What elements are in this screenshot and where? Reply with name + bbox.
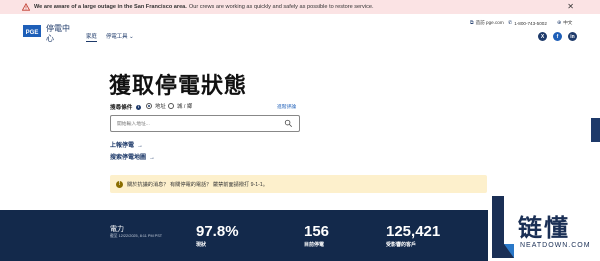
safety-notice-text: 關於抗議的消息？ 有關停電的電話？ 嚴禁前面請撥打 9-1-1。 [127, 181, 268, 188]
power-stats-panel: 電力 截至 12/22/2025, 8:11 PM PST 97.8% 現狀 1… [0, 210, 488, 261]
alert-circle-icon: ! [116, 180, 123, 188]
stat-current-outages: 156 目前停電 [304, 223, 330, 249]
advanced-link[interactable]: 進階評論 [277, 103, 296, 110]
outage-map-label: 搜索停電地圖 [110, 155, 147, 161]
watermark-cn-text: 链懂 [518, 215, 570, 242]
search-criteria-text: 搜尋條件 [110, 105, 133, 111]
radio-address-label: 地址 [155, 104, 166, 110]
visit-site-link[interactable]: ⧉ 造訪 pge.com [470, 20, 504, 26]
arrow-right-icon: → [137, 143, 144, 149]
close-icon[interactable]: ✕ [567, 2, 574, 11]
radio-city[interactable]: 城 / 鄉 [168, 102, 192, 110]
watermark-en-text: NEATDOWN.COM [520, 242, 591, 249]
arrow-right-icon: → [149, 155, 156, 161]
brand-line-1: 停電中 [46, 24, 70, 33]
stat-affected-customers-caption: 受影響的客戶 [386, 242, 417, 248]
radio-city-dot[interactable] [168, 103, 174, 109]
linkedin-icon[interactable]: in [568, 32, 577, 41]
outage-map-link[interactable]: 搜索停電地圖 → [110, 152, 155, 161]
stat-affected-customers-value: 125,421 [386, 223, 441, 240]
page: We are aware of a large outage in the Sa… [0, 0, 600, 261]
alert-text: Our crews are working as quickly and saf… [188, 4, 374, 10]
language-selector[interactable]: ⊕ 中文 [557, 20, 572, 26]
stat-affected-customers: 125,421 受影響的客戶 [386, 223, 441, 249]
search-icon[interactable] [284, 119, 293, 128]
stat-status-value: 97.8% [196, 223, 239, 240]
brand-line-2: 心 [46, 34, 54, 43]
info-icon[interactable]: i [135, 105, 141, 111]
svg-text:PGE: PGE [26, 30, 39, 36]
visit-site-label: 造訪 pge.com [475, 20, 504, 25]
phone-icon: ✆ [508, 20, 513, 26]
stat-status-caption: 現狀 [196, 242, 207, 248]
radio-address[interactable]: 地址 [146, 102, 166, 110]
safety-notice: ! 關於抗議的消息？ 有關停電的電話？ 嚴禁前面請撥打 9-1-1。 [110, 175, 487, 193]
outage-alert-banner: We are aware of a large outage in the Sa… [0, 0, 600, 14]
feedback-tab[interactable] [591, 118, 600, 142]
search-placeholder: 開始輸入地址... [117, 122, 150, 127]
page-title: 獲取停電狀態 [109, 73, 248, 98]
facebook-icon[interactable]: f [553, 32, 562, 41]
report-outage-label: 上報停電 [110, 143, 135, 149]
report-outage-link[interactable]: 上報停電 → [110, 140, 143, 149]
nav-outage-tools-label: 停電工具 [106, 34, 128, 40]
phone-link[interactable]: ✆ 1-800-743-5002 [508, 20, 547, 26]
stats-label: 電力 [110, 226, 124, 233]
chevron-down-icon: ⌄ [129, 34, 134, 40]
x-social-icon[interactable]: X [538, 32, 547, 41]
stats-updated: 截至 12/22/2025, 8:11 PM PST [110, 234, 163, 238]
nav-outage-tools[interactable]: 停電工具 ⌄ [106, 32, 134, 40]
stat-current-outages-value: 156 [304, 223, 330, 240]
neatdown-watermark: 链懂 NEATDOWN.COM [488, 196, 600, 261]
globe-icon: ⊕ [557, 20, 562, 26]
pge-logo[interactable]: PGE [22, 22, 42, 40]
stat-current-outages-caption: 目前停電 [304, 242, 325, 248]
stat-status: 97.8% 現狀 [196, 223, 239, 249]
site-header: PGE 停電中 心 家庭 停電工具 ⌄ ⧉ 造訪 pge.com ✆ 1-800… [0, 14, 600, 48]
alert-bold-text: We are aware of a large outage in the Sa… [34, 4, 187, 10]
external-link-icon: ⧉ [470, 20, 474, 26]
address-search-input[interactable]: 開始輸入地址... [110, 115, 300, 132]
radio-city-label: 城 / 鄉 [177, 104, 193, 110]
phone-number: 1-800-743-5002 [514, 20, 547, 26]
search-criteria-label: 搜尋條件 i [110, 103, 141, 111]
warning-icon [22, 3, 30, 11]
nav-home-link[interactable]: 家庭 [86, 32, 97, 42]
language-label: 中文 [563, 20, 573, 25]
site-brand[interactable]: 停電中 心 [46, 24, 70, 44]
watermark-logo-icon [492, 196, 514, 258]
radio-address-dot[interactable] [146, 103, 152, 109]
